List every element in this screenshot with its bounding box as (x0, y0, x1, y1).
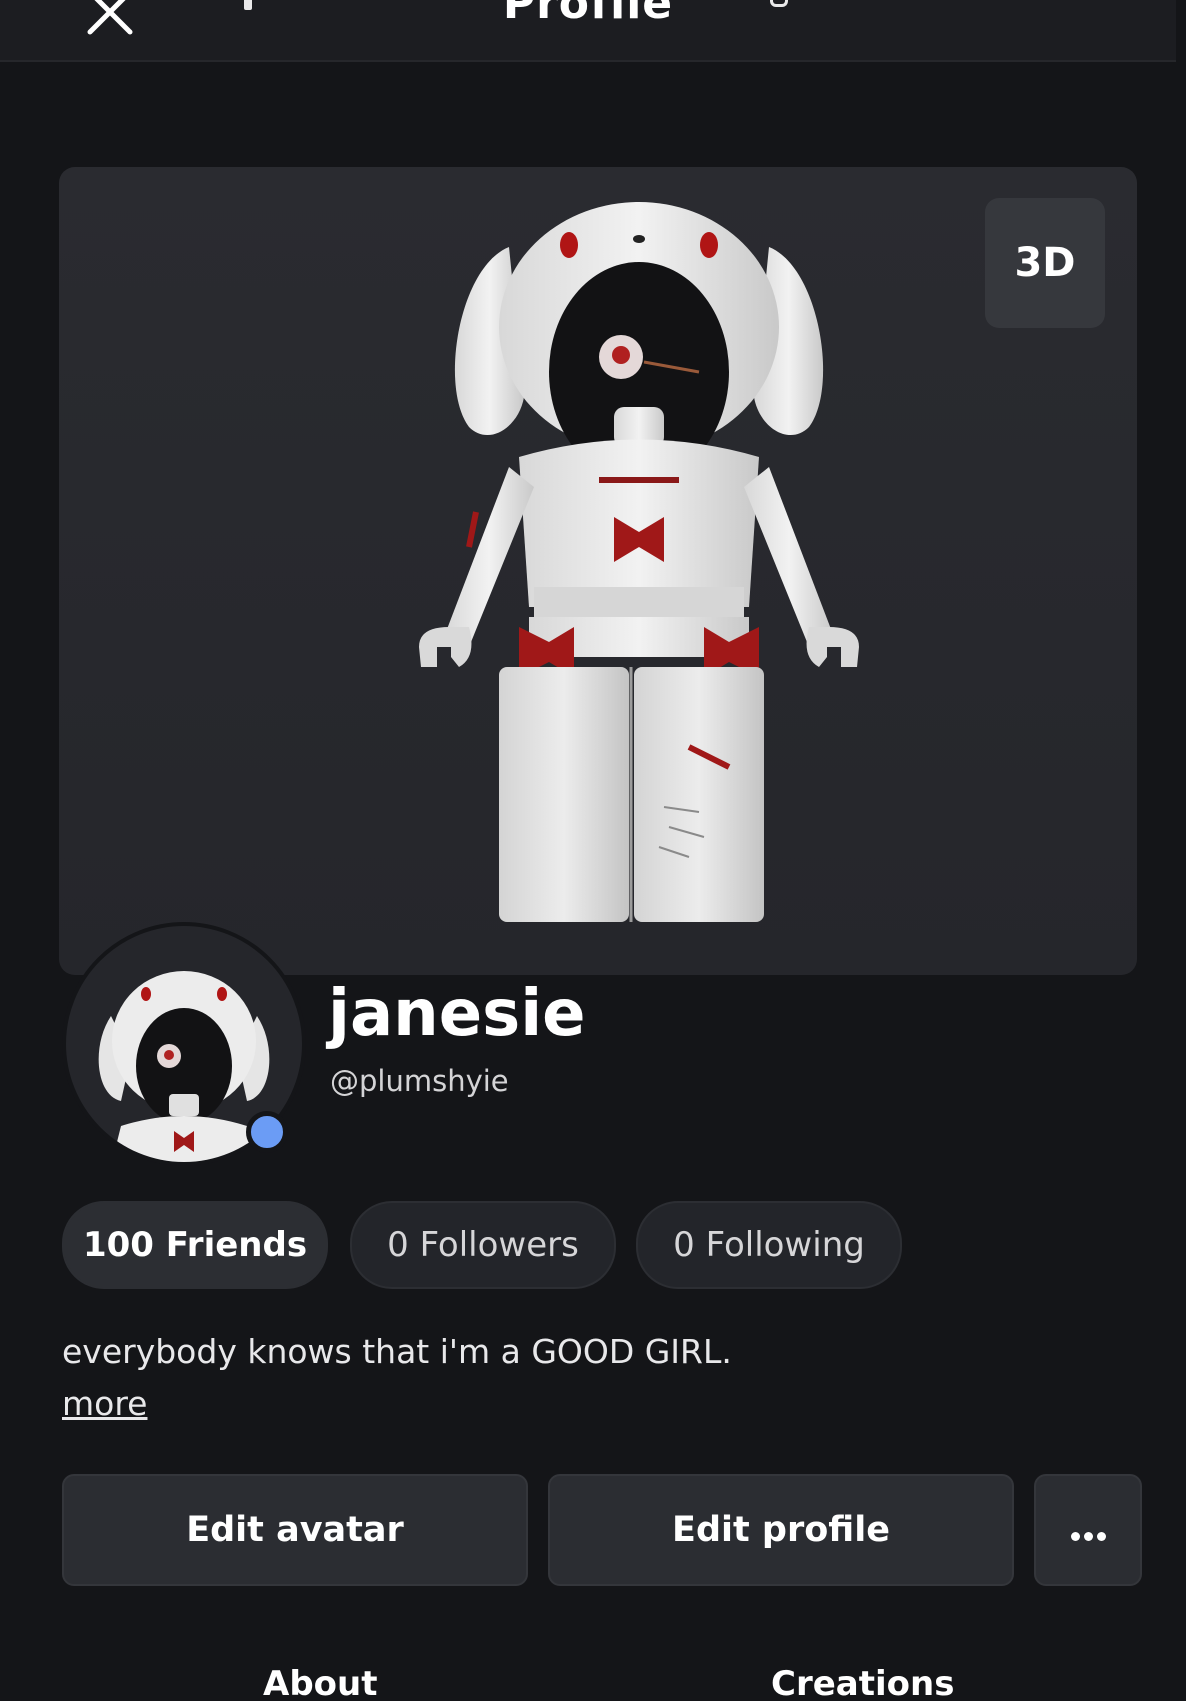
tab-creations[interactable]: Creations (771, 1664, 954, 1701)
ellipsis-icon (1069, 1510, 1108, 1550)
following-count-button[interactable]: 0 Following (636, 1201, 902, 1289)
tab-about[interactable]: About (263, 1664, 377, 1701)
more-options-button[interactable] (1034, 1474, 1142, 1586)
options-icon[interactable] (770, 0, 788, 7)
view-3d-button[interactable]: 3D (985, 198, 1105, 328)
page-title: Profile (502, 0, 674, 29)
avatar-stage[interactable]: 3D (59, 167, 1137, 975)
bio-more-link[interactable]: more (62, 1384, 147, 1423)
followers-count-button[interactable]: 0 Followers (350, 1201, 616, 1289)
edit-avatar-button[interactable]: Edit avatar (62, 1474, 528, 1586)
friends-count-button[interactable]: 100 Friends (62, 1201, 328, 1289)
profile-page: Profile 3D janesie @plumshyie 100 Friend… (0, 0, 1186, 1701)
edit-profile-button[interactable]: Edit profile (548, 1474, 1014, 1586)
bio-text: everybody knows that i'm a GOOD GIRL. (62, 1332, 732, 1371)
display-name: janesie (328, 977, 586, 1051)
username: @plumshyie (330, 1064, 509, 1098)
avatar-render (419, 202, 859, 922)
online-status-indicator (246, 1111, 288, 1153)
top-bar: Profile (0, 0, 1176, 62)
